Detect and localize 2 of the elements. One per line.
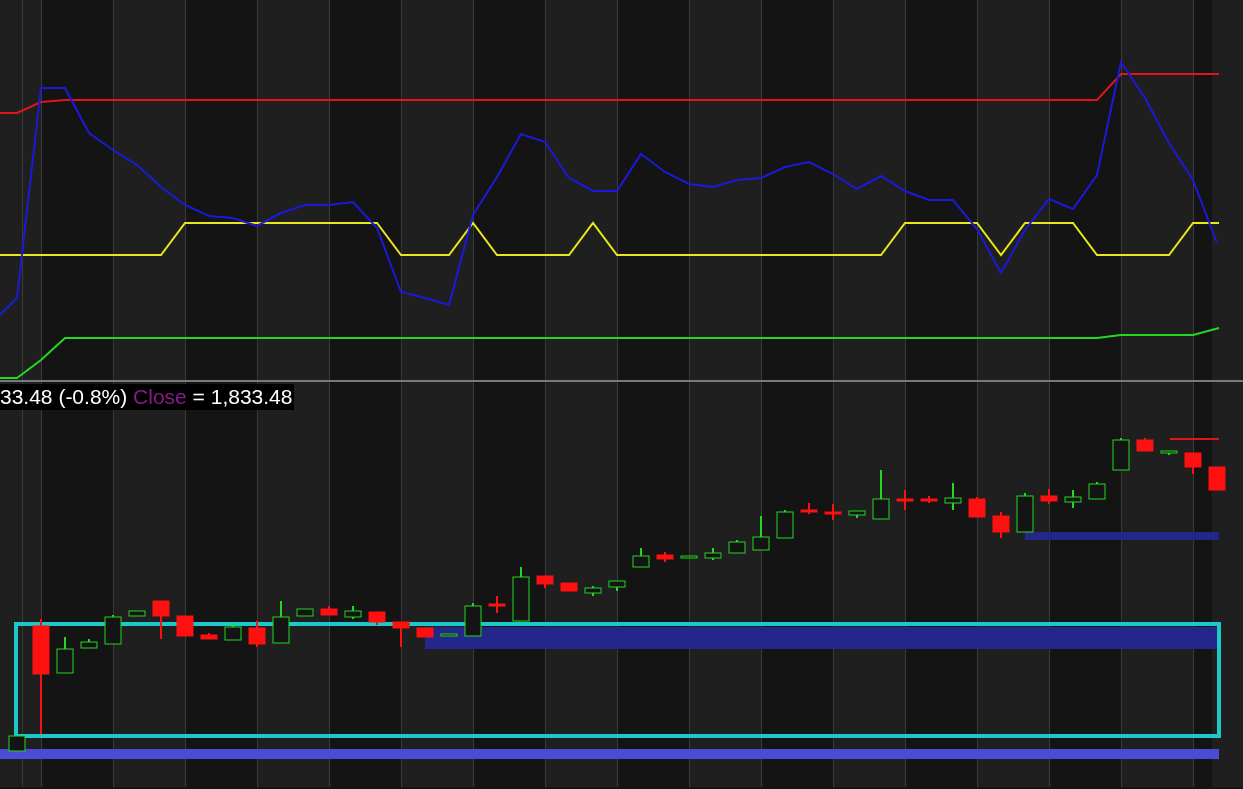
level-line <box>1169 438 1220 440</box>
price-legend: 33.48 (-0.8%) Close = 1,833.48 <box>0 384 295 410</box>
